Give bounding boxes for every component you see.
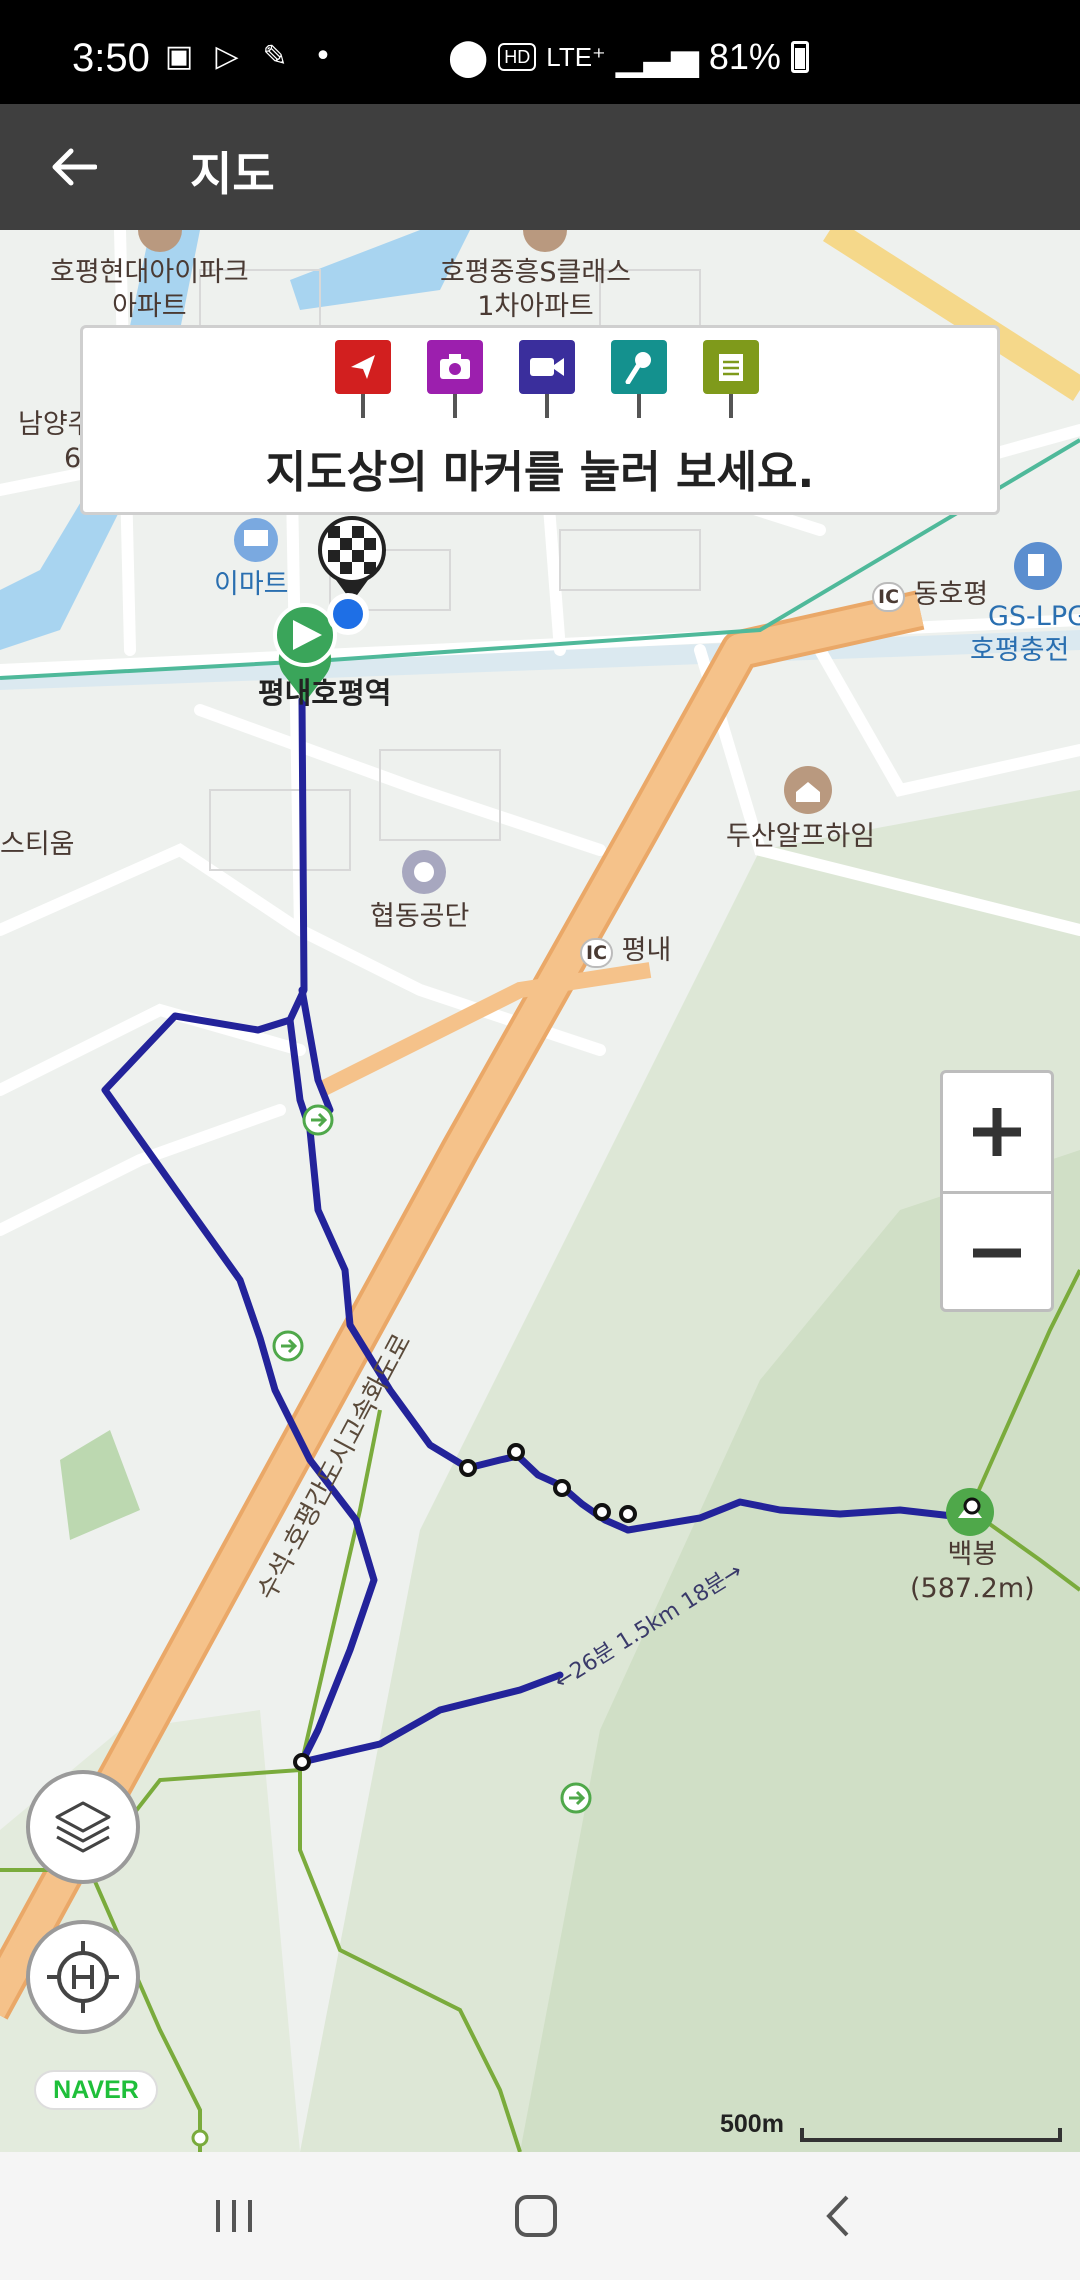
- recent-apps-button[interactable]: [194, 2186, 274, 2246]
- ic-badge: IC: [872, 582, 906, 612]
- map-label-apartment: 호평현대아이파크 아파트: [50, 256, 249, 324]
- notepad-icon: [703, 340, 759, 394]
- map-label-apartment: 호평중흥S클래스 1차아파트: [440, 256, 631, 324]
- map-label-ic-donghopyeong: IC 동호평: [872, 578, 988, 612]
- home-icon: [515, 2195, 557, 2237]
- battery-icon: [790, 41, 809, 73]
- note-marker-button[interactable]: [703, 340, 759, 422]
- play-store-icon: ▷: [215, 39, 239, 74]
- marker-pin: [453, 394, 457, 418]
- system-back-button[interactable]: [798, 2186, 878, 2246]
- label-line: 호평중흥S클래스: [440, 257, 632, 288]
- camera-marker-button[interactable]: [427, 340, 483, 422]
- marker-hint-message: 지도상의 마커를 눌러 보세요.: [265, 447, 815, 498]
- label-line: 호평현대아이파크: [50, 257, 249, 288]
- crosshair-heliport-icon: [47, 1941, 119, 2013]
- ic-name: 평내: [621, 935, 672, 966]
- current-location-button[interactable]: [26, 1920, 140, 2034]
- direction-marker-button[interactable]: [335, 340, 391, 422]
- back-button[interactable]: [40, 134, 106, 200]
- map-label-ic-pyeongnae: IC 평내: [580, 934, 671, 968]
- ic-name: 동호평: [913, 579, 989, 610]
- signal-icon: ▁▃▅: [615, 36, 699, 77]
- marker-pin: [361, 394, 365, 418]
- zoom-control: [940, 1070, 1054, 1312]
- label-line: (587.2m): [910, 1573, 1035, 1604]
- map-view[interactable]: 호평현대아이파크 아파트 호평중흥S클래스 1차아파트 남양주 6 이마트 평내…: [0, 230, 1080, 2152]
- microphone-icon: [611, 340, 667, 394]
- video-marker-button[interactable]: [519, 340, 575, 422]
- location-icon: ⬤: [448, 36, 489, 77]
- label-line: GS-LPG: [988, 601, 1080, 632]
- scale-label: 500m: [720, 2110, 784, 2138]
- marker-pin: [545, 394, 549, 418]
- zoom-in-button[interactable]: [943, 1073, 1051, 1191]
- back-arrow-icon: [52, 148, 97, 186]
- mic-marker-button[interactable]: [611, 340, 667, 422]
- minus-icon: [973, 1248, 1021, 1258]
- label-line: 호평충전: [970, 635, 1070, 666]
- map-label-emart: 이마트: [214, 569, 289, 600]
- marker-legend: [335, 340, 759, 422]
- map-label-gs-lpg: GS-LPG 호평충전: [970, 600, 1080, 668]
- direction-icon: [335, 340, 391, 394]
- ic-badge: IC: [580, 938, 614, 968]
- hd-voice-icon: HD: [498, 43, 537, 71]
- marker-info-card: 지도상의 마커를 눌러 보세요.: [80, 325, 1000, 515]
- camera-icon: [427, 340, 483, 394]
- layers-button[interactable]: [26, 1770, 140, 1884]
- map-label-peak: 백봉 (587.2m): [910, 1538, 1035, 1606]
- recent-apps-icon: [216, 2200, 252, 2232]
- scale-bar: [800, 2128, 1062, 2142]
- home-button[interactable]: [496, 2186, 576, 2246]
- label-line: 1차아파트: [477, 291, 594, 322]
- map-label-station: 평내호평역: [258, 676, 392, 710]
- system-navigation-bar: [0, 2152, 1080, 2280]
- plus-icon: [973, 1108, 1021, 1156]
- marker-pin: [729, 394, 733, 418]
- lte-label: LTE⁺: [546, 41, 606, 72]
- feather-icon: ✎: [262, 39, 288, 74]
- battery-percent: 81%: [708, 36, 781, 77]
- video-camera-icon: [519, 340, 575, 394]
- page-title: 지도: [190, 147, 275, 201]
- label-line: 백봉: [947, 1539, 998, 1570]
- gallery-icon: ▣: [164, 39, 194, 74]
- map-label-hyeopdong: 협동공단: [370, 901, 470, 932]
- layers-icon: [55, 1801, 111, 1853]
- more-dot-icon: •: [314, 39, 332, 74]
- zoom-out-button[interactable]: [943, 1194, 1051, 1312]
- label-line: 아파트: [112, 291, 187, 322]
- marker-pin: [637, 394, 641, 418]
- system-icons: ⬤ HD LTE⁺ ▁▃▅ 81%: [448, 36, 809, 78]
- status-time: 3:50: [72, 36, 150, 80]
- map-label-tium: 스티움: [0, 829, 75, 860]
- app-bar: 지도: [0, 104, 1080, 230]
- status-bar: 3:50 ▣ ▷ ✎ • ⬤ HD LTE⁺ ▁▃▅ 81%: [0, 0, 1080, 104]
- map-label-doosan: 두산알프하임: [726, 821, 876, 852]
- naver-logo: NAVER: [34, 2070, 158, 2110]
- chevron-left-icon: [826, 2195, 849, 2237]
- map-base: [0, 230, 1080, 2152]
- notification-icons: ▣ ▷ ✎ •: [162, 40, 340, 74]
